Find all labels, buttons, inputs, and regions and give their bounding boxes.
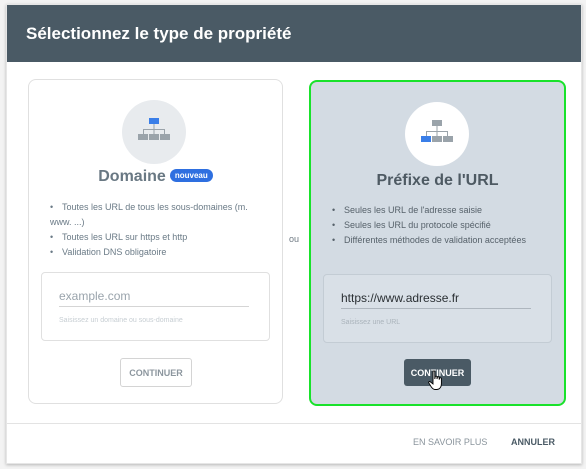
property-type-dialog: Sélectionnez le type de propriété Domain… bbox=[6, 4, 582, 464]
cancel-button[interactable]: ANNULER bbox=[511, 437, 555, 447]
url-input-box: https://www.adresse.fr Saisissez une URL bbox=[323, 274, 552, 343]
url-input-hint: Saisissez une URL bbox=[341, 319, 401, 326]
feature-item: • Seules les URL de l'adresse saisie bbox=[332, 205, 482, 215]
learn-more-link[interactable]: EN SAVOIR PLUS bbox=[413, 437, 487, 447]
domain-input-box: example.com Saisissez un domaine ou sous… bbox=[41, 272, 270, 341]
dialog-header: Sélectionnez le type de propriété bbox=[7, 5, 581, 62]
sitemap-icon bbox=[138, 118, 170, 140]
url-prefix-icon-circle bbox=[405, 102, 469, 166]
domain-features: • Toutes les URL de tous les sous-domaine… bbox=[50, 200, 265, 260]
domain-input-placeholder: example.com bbox=[59, 289, 131, 303]
footer-divider bbox=[7, 423, 581, 424]
feature-item: • Différentes méthodes de validation acce… bbox=[332, 235, 526, 245]
url-input[interactable]: https://www.adresse.fr bbox=[341, 284, 531, 309]
domain-card[interactable]: Domaine nouveau • Toutes les URL de tous l… bbox=[28, 79, 283, 404]
domain-icon-circle bbox=[122, 100, 186, 164]
url-prefix-features: • Seules les URL de l'adresse saisie • Seu… bbox=[332, 203, 552, 248]
url-prefix-card[interactable]: Préfixe de l'URL • Seules les URL de l'ad… bbox=[309, 80, 566, 406]
feature-item: • Validation DNS obligatoire bbox=[50, 247, 167, 257]
feature-item: • Toutes les URL sur https et http bbox=[50, 232, 188, 242]
feature-item: • Seules les URL du protocole spécifié bbox=[332, 220, 491, 230]
dialog-title: Sélectionnez le type de propriété bbox=[26, 23, 292, 43]
domain-continue-button[interactable]: CONTINUER bbox=[120, 358, 192, 387]
domain-title-row: Domaine nouveau bbox=[29, 168, 282, 186]
domain-input-hint: Saisissez un domaine ou sous-domaine bbox=[59, 317, 183, 324]
sitemap-icon bbox=[421, 120, 453, 142]
domain-title: Domaine bbox=[98, 168, 166, 185]
new-badge: nouveau bbox=[169, 169, 213, 182]
url-input-value: https://www.adresse.fr bbox=[341, 291, 460, 305]
url-prefix-title: Préfixe de l'URL bbox=[376, 172, 499, 189]
hand-cursor-icon bbox=[428, 370, 446, 397]
domain-input[interactable]: example.com bbox=[59, 282, 249, 307]
feature-item: • Toutes les URL de tous les sous-domaine… bbox=[50, 202, 248, 227]
or-separator: ou bbox=[289, 234, 300, 244]
